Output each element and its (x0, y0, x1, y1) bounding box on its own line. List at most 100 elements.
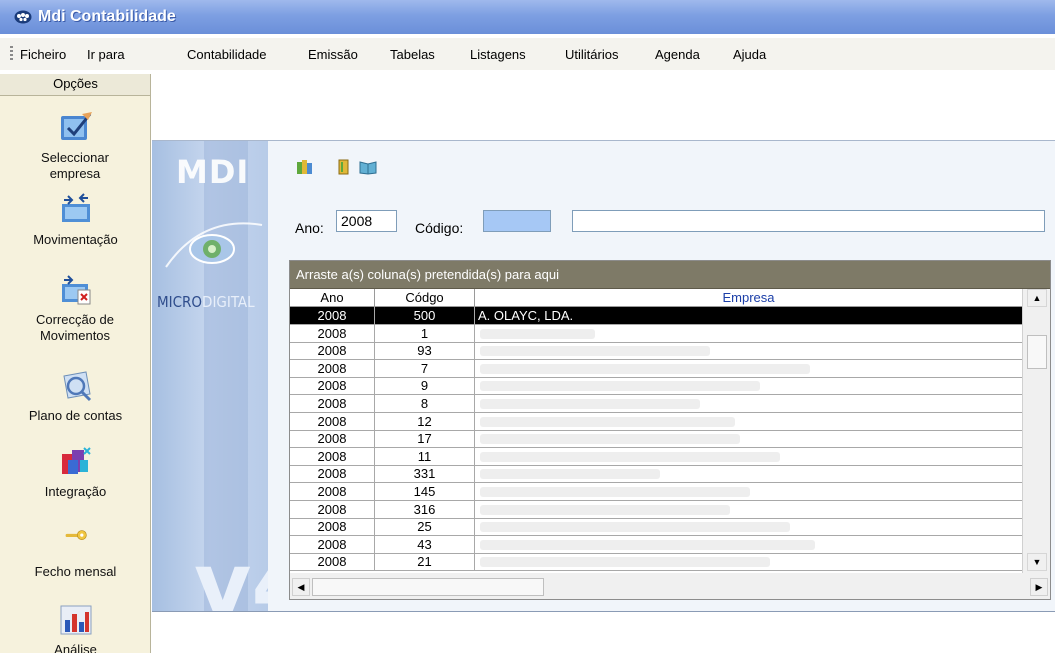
scroll-up-icon[interactable]: ▲ (1027, 289, 1047, 307)
ano-field[interactable]: 2008 (336, 210, 397, 232)
cell-ano: 2008 (290, 342, 375, 360)
cell-ano: 2008 (290, 359, 375, 377)
menu-grip-handle[interactable] (10, 46, 13, 60)
redacted-text (480, 539, 815, 550)
table-row[interactable]: 2008 7 (290, 359, 1022, 378)
open-book-icon[interactable] (359, 158, 377, 176)
cell-codigo: 9 (375, 377, 475, 395)
cell-ano: 2008 (290, 307, 375, 324)
cell-ano: 2008 (290, 324, 375, 342)
cell-codigo: 93 (375, 342, 475, 360)
table-row[interactable]: 2008 11 (290, 447, 1022, 466)
companies-grid: Arraste a(s) coluna(s) pretendida(s) par… (289, 260, 1051, 600)
sidebar-item-analise[interactable]: Análise (0, 602, 150, 653)
menu-contabilidade[interactable]: Contabilidade (187, 47, 267, 62)
horizontal-scrollbar[interactable]: ◀ ▶ (290, 573, 1050, 599)
cell-codigo: 500 (375, 307, 475, 324)
cell-ano: 2008 (290, 518, 375, 536)
table-row[interactable]: 2008 12 (290, 412, 1022, 431)
menu-bar: Ficheiro Ir para Contabilidade Emissão T… (0, 38, 1055, 70)
grid-header: Ano Códgo Empresa (290, 289, 1050, 307)
codigo-field[interactable] (483, 210, 551, 232)
table-row[interactable]: 2008 21 (290, 553, 1022, 571)
sidebar-item-seleccionar-empresa[interactable]: Seleccionar empresa (0, 110, 150, 182)
cell-ano: 2008 (290, 447, 375, 465)
vertical-scroll-thumb[interactable] (1027, 335, 1047, 369)
table-row[interactable]: 2008 500 A. OLAYC, LDA. (290, 307, 1022, 325)
sidebar-item-integracao[interactable]: Integração (0, 444, 150, 500)
brand-version: v4 (194, 533, 268, 612)
brand-eye-logo-icon (165, 222, 263, 268)
cell-codigo: 11 (375, 447, 475, 465)
sidebar-item-fecho-mensal[interactable]: Fecho mensal (0, 528, 150, 580)
cell-ano: 2008 (290, 430, 375, 448)
scroll-left-icon[interactable]: ◀ (292, 578, 310, 596)
cell-ano: 2008 (290, 500, 375, 518)
cell-ano: 2008 (290, 377, 375, 395)
sidebar-item-plano-contas[interactable]: Plano de contas (0, 368, 150, 424)
vertical-scrollbar[interactable]: ▲ ▼ (1022, 289, 1050, 573)
empresa-name-field[interactable] (572, 210, 1045, 232)
sidebar-item-label: Correcção de Movimentos (35, 312, 115, 343)
redacted-text (480, 328, 595, 339)
menu-agenda[interactable]: Agenda (655, 47, 700, 62)
group-by-panel[interactable]: Arraste a(s) coluna(s) pretendida(s) par… (290, 261, 1050, 289)
sidebar-header: Opções (0, 74, 150, 96)
table-row[interactable]: 2008 1 (290, 324, 1022, 343)
redacted-text (480, 557, 770, 568)
redacted-text (480, 487, 750, 497)
scroll-right-icon[interactable]: ▶ (1030, 578, 1048, 596)
menu-listagens[interactable]: Listagens (470, 47, 526, 62)
column-header-ano[interactable]: Ano (290, 289, 375, 307)
menu-utilitarios[interactable]: Utilitários (565, 47, 618, 62)
scroll-down-icon[interactable]: ▼ (1027, 553, 1047, 571)
table-row[interactable]: 2008 9 (290, 377, 1022, 396)
table-row[interactable]: 2008 93 (290, 342, 1022, 361)
key-icon (65, 530, 87, 540)
table-row[interactable]: 2008 43 (290, 535, 1022, 554)
table-row[interactable]: 2008 316 (290, 500, 1022, 519)
table-row[interactable]: 2008 25 (290, 518, 1022, 537)
menu-ficheiro[interactable]: Ficheiro (20, 47, 66, 62)
cell-codigo: 21 (375, 553, 475, 571)
cell-codigo: 25 (375, 518, 475, 536)
cell-ano: 2008 (290, 395, 375, 412)
redacted-text (480, 399, 700, 409)
menu-ajuda[interactable]: Ajuda (733, 47, 766, 62)
books-icon[interactable] (296, 158, 314, 176)
menu-emissao[interactable]: Emissão (308, 47, 358, 62)
redacted-text (480, 381, 760, 392)
codigo-label: Código: (415, 220, 464, 236)
sidebar-item-label: Análise (54, 642, 97, 653)
table-row[interactable]: 2008 145 (290, 483, 1022, 501)
cell-codigo: 331 (375, 465, 475, 483)
chart-of-accounts-icon (62, 371, 91, 402)
table-row[interactable]: 2008 331 (290, 465, 1022, 484)
cell-codigo: 1 (375, 324, 475, 342)
brand-micro-text: MICRO (157, 293, 203, 311)
column-header-empresa[interactable]: Empresa (475, 289, 1022, 307)
sidebar-item-correccao-movimentos[interactable]: Correcção de Movimentos (0, 272, 150, 344)
book-icon[interactable] (335, 158, 353, 176)
table-row[interactable]: 2008 8 (290, 395, 1022, 413)
cell-codigo: 7 (375, 359, 475, 377)
sidebar-item-movimentacao[interactable]: Movimentação (0, 192, 150, 248)
options-sidebar: Opções Seleccionar empresa Movimentação … (0, 74, 151, 653)
redacted-text (480, 363, 810, 374)
cell-codigo: 12 (375, 412, 475, 430)
integration-icon (61, 447, 91, 474)
sidebar-item-label: Integração (44, 484, 107, 499)
horizontal-scroll-thumb[interactable] (312, 578, 544, 596)
cell-codigo: 17 (375, 430, 475, 448)
redacted-text (480, 346, 710, 357)
brand-digital-text: DIGITAL (202, 293, 255, 311)
sidebar-item-label: Movimentação (33, 232, 118, 247)
column-header-codigo[interactable]: Códgo (375, 289, 475, 307)
table-row[interactable]: 2008 17 (290, 430, 1022, 449)
redacted-text (480, 522, 790, 533)
menu-tabelas[interactable]: Tabelas (390, 47, 435, 62)
redacted-text (480, 451, 780, 462)
menu-ir-para[interactable]: Ir para (87, 47, 125, 62)
select-company-icon (60, 112, 92, 140)
sidebar-item-label: Plano de contas (28, 408, 123, 423)
